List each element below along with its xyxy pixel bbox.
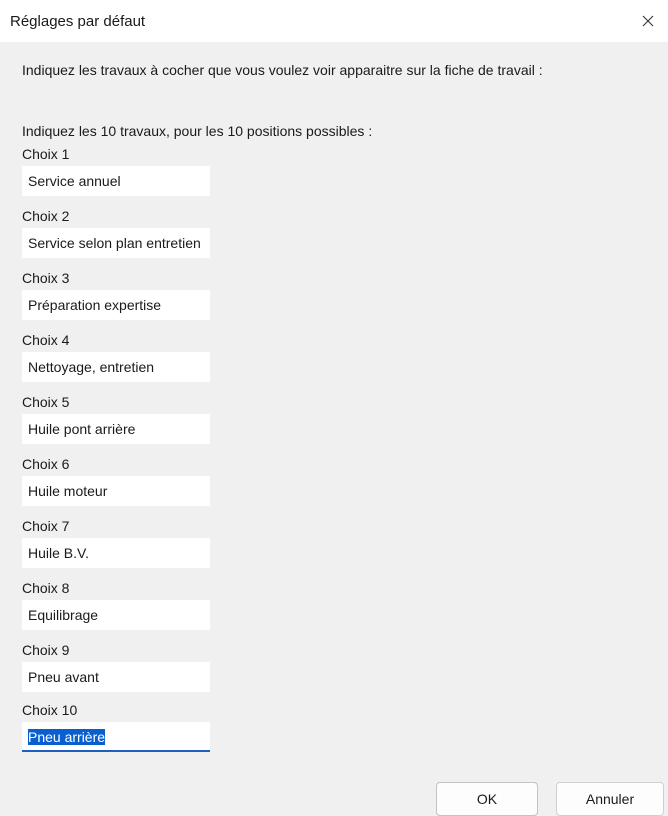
choice-label: Choix 8 [22,580,70,596]
choice-input[interactable]: Pneu avant [22,662,210,692]
title-bar: Réglages par défaut [0,0,668,42]
choice-input[interactable]: Service selon plan entretien [22,228,210,258]
choice-input-focused[interactable]: Pneu arrière [22,722,210,752]
choice-label: Choix 4 [22,332,70,348]
selected-text: Pneu arrière [28,729,106,745]
choice-label: Choix 7 [22,518,70,534]
choice-label: Choix 5 [22,394,70,410]
choice-label: Choix 10 [22,702,78,718]
choice-label: Choix 2 [22,208,70,224]
choice-label: Choix 1 [22,146,70,162]
choice-input[interactable]: Préparation expertise [22,290,210,320]
choice-input[interactable]: Equilibrage [22,600,210,630]
choice-input[interactable]: Nettoyage, entretien [22,352,210,382]
cancel-button[interactable]: Annuler [556,782,664,816]
subintro-text: Indiquez les 10 travaux, pour les 10 pos… [22,123,373,139]
intro-text: Indiquez les travaux à cocher que vous v… [22,62,543,78]
close-button[interactable] [628,4,668,38]
choice-input[interactable]: Service annuel [22,166,210,196]
ok-button[interactable]: OK [436,782,538,816]
choice-input[interactable]: Huile moteur [22,476,210,506]
choice-label: Choix 6 [22,456,70,472]
choice-label: Choix 3 [22,270,70,286]
choice-input[interactable]: Huile B.V. [22,538,210,568]
dialog-title: Réglages par défaut [10,13,146,30]
choice-label: Choix 9 [22,642,70,658]
settings-dialog: Réglages par défaut Indiquez les travaux… [0,0,668,816]
close-icon [642,15,654,27]
choice-input[interactable]: Huile pont arrière [22,414,210,444]
